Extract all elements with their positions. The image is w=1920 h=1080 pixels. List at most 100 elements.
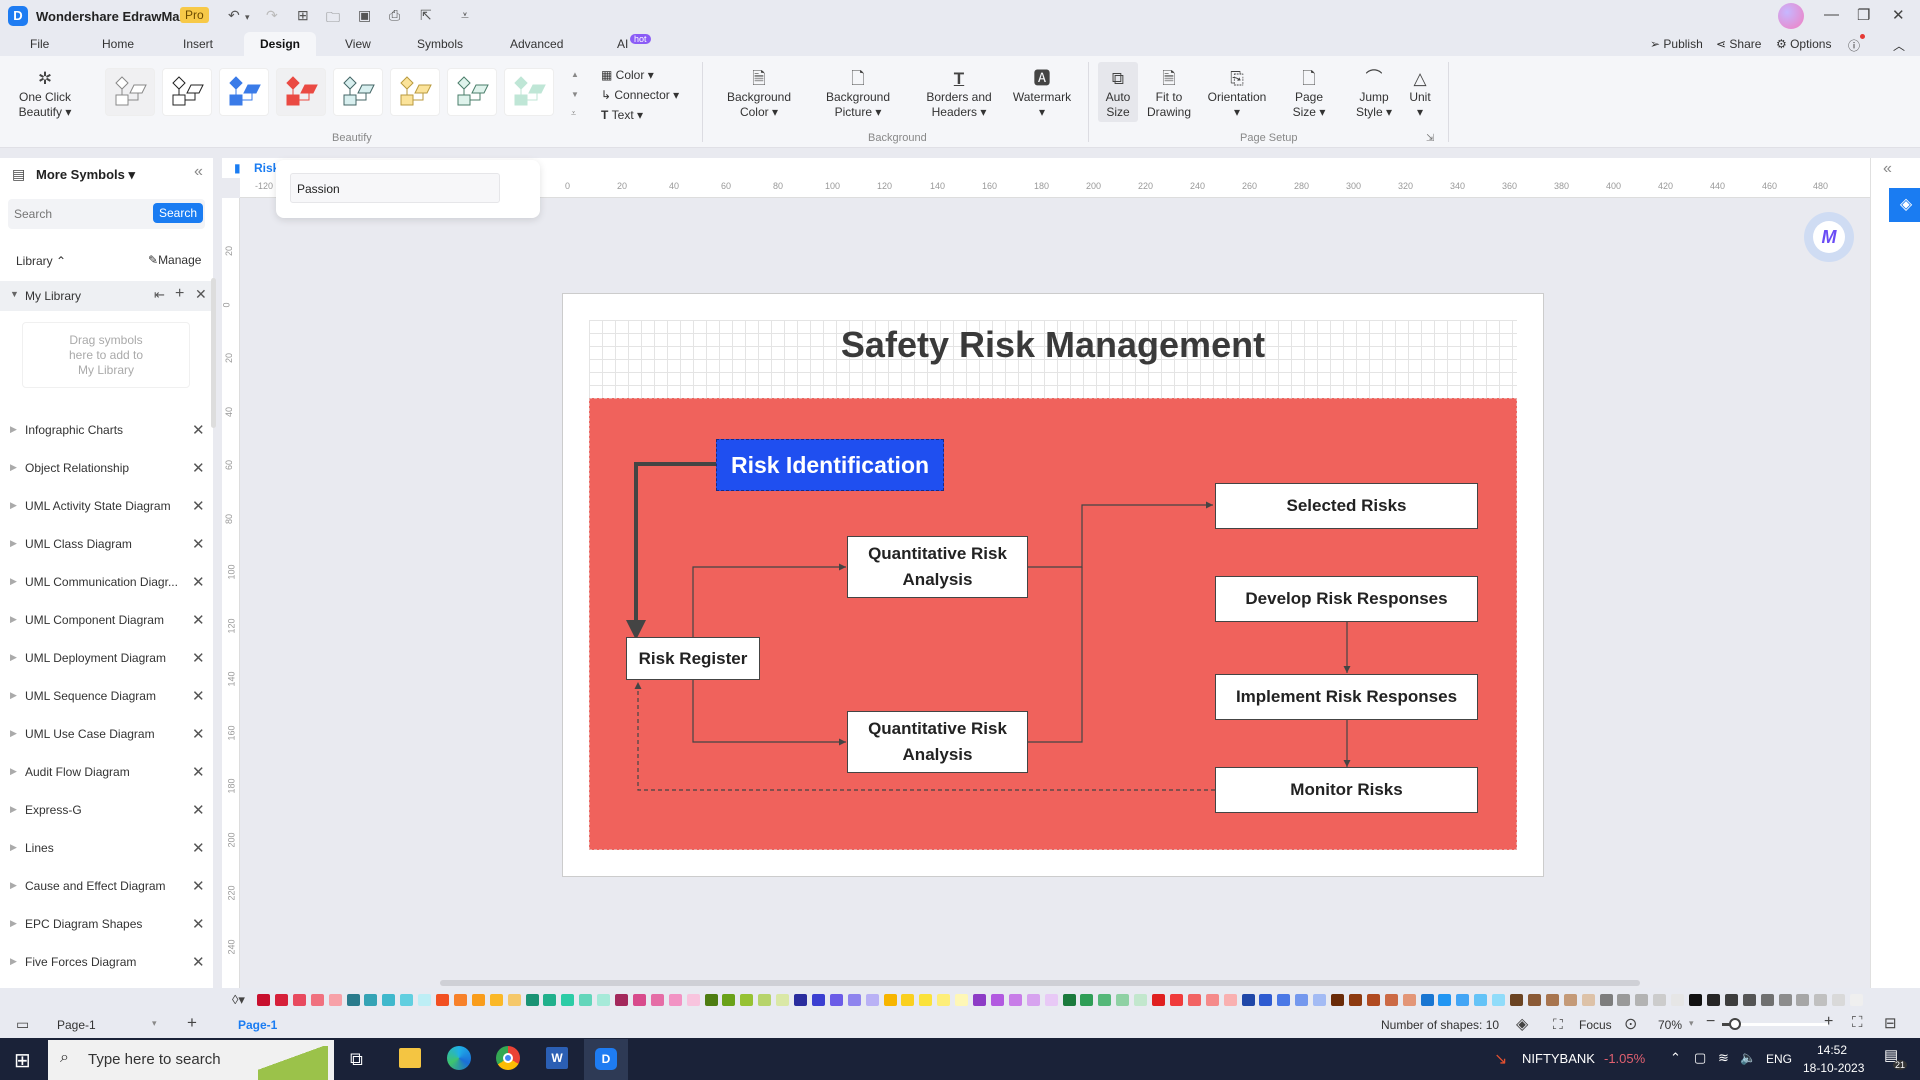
color-swatch[interactable] <box>543 994 557 1006</box>
edge-browser-icon[interactable] <box>447 1046 471 1070</box>
node-risk-register[interactable]: Risk Register <box>626 637 760 680</box>
color-swatch[interactable] <box>346 994 360 1006</box>
color-swatch[interactable] <box>1671 994 1685 1006</box>
language-indicator[interactable]: ENG <box>1766 1052 1792 1066</box>
play-presentation-icon[interactable]: ⊙ <box>1624 1014 1637 1034</box>
color-swatch[interactable] <box>382 994 396 1006</box>
color-swatch[interactable] <box>1510 994 1523 1006</box>
color-swatch[interactable] <box>811 994 825 1006</box>
color-swatch[interactable] <box>1635 994 1649 1006</box>
color-swatch[interactable] <box>1277 994 1291 1006</box>
fill-color-picker-icon[interactable]: ◊▾ <box>232 992 245 1008</box>
node-qra-bottom[interactable]: Quantitative Risk Analysis <box>847 711 1028 773</box>
task-view-icon[interactable]: ⧉ <box>350 1049 363 1070</box>
windows-start-icon[interactable]: ⊞ <box>14 1048 31 1073</box>
ticker-name[interactable]: NIFTYBANK <box>1522 1051 1595 1066</box>
color-swatch[interactable] <box>704 994 718 1006</box>
chrome-browser-icon[interactable] <box>496 1046 520 1070</box>
edrawmax-taskbar-button[interactable]: D <box>584 1039 628 1080</box>
clock-time[interactable]: 14:52 <box>1817 1043 1847 1057</box>
zoom-level[interactable]: 70% <box>1658 1018 1682 1032</box>
color-swatch[interactable] <box>632 994 646 1006</box>
zoom-slider-handle[interactable] <box>1728 1018 1741 1030</box>
color-swatch[interactable] <box>1527 994 1541 1006</box>
connector-register-to-qra-bottom[interactable] <box>692 677 846 746</box>
color-swatch[interactable] <box>1134 994 1148 1006</box>
show-hidden-icons[interactable]: ⌃ <box>1670 1050 1681 1066</box>
color-swatch[interactable] <box>1850 994 1864 1006</box>
color-swatch[interactable] <box>668 994 682 1006</box>
color-swatch[interactable] <box>1366 994 1380 1006</box>
color-swatch[interactable] <box>597 994 611 1006</box>
horizontal-scrollbar[interactable] <box>440 980 1640 986</box>
color-swatch[interactable] <box>364 994 378 1006</box>
color-swatch[interactable] <box>1724 994 1738 1006</box>
ai-assistant-button[interactable]: M <box>1804 212 1854 262</box>
color-swatch[interactable] <box>1778 994 1792 1006</box>
color-swatch[interactable] <box>1062 994 1076 1006</box>
color-swatch[interactable] <box>722 994 736 1006</box>
color-swatch[interactable] <box>1313 994 1327 1006</box>
color-swatch[interactable] <box>740 994 754 1006</box>
color-swatch[interactable] <box>436 994 449 1006</box>
color-swatch[interactable] <box>561 994 575 1006</box>
color-swatch[interactable] <box>1653 994 1667 1006</box>
page-selector-dropdown-icon[interactable]: ▾ <box>152 1018 157 1029</box>
color-swatch[interactable] <box>507 994 521 1006</box>
add-page-icon[interactable]: + <box>187 1013 197 1033</box>
focus-button[interactable]: Focus <box>1579 1018 1612 1032</box>
color-swatch[interactable] <box>901 994 915 1006</box>
color-swatch[interactable] <box>1814 994 1828 1006</box>
color-swatch[interactable] <box>453 994 467 1006</box>
color-swatch[interactable] <box>579 994 593 1006</box>
color-swatch[interactable] <box>1796 994 1810 1006</box>
clock-date[interactable]: 18-10-2023 <box>1803 1061 1864 1075</box>
color-swatch[interactable] <box>1169 994 1183 1006</box>
color-swatch[interactable] <box>1563 994 1577 1006</box>
color-swatch[interactable] <box>1617 994 1631 1006</box>
node-risk-identification[interactable]: Risk Identification <box>716 439 944 491</box>
color-swatch[interactable] <box>1832 994 1846 1006</box>
color-swatch[interactable] <box>400 994 414 1006</box>
color-swatch[interactable] <box>1384 994 1398 1006</box>
node-develop-risk-responses[interactable]: Develop Risk Responses <box>1215 576 1478 622</box>
color-swatch[interactable] <box>1420 994 1434 1006</box>
color-swatch[interactable] <box>1223 994 1237 1006</box>
color-swatch[interactable] <box>1116 994 1130 1006</box>
wifi-icon[interactable]: ≋ <box>1718 1050 1729 1066</box>
color-swatch[interactable] <box>937 994 951 1006</box>
volume-icon[interactable]: 🔈 <box>1740 1050 1756 1066</box>
layers-icon[interactable]: ◈ <box>1516 1014 1528 1034</box>
color-swatch[interactable] <box>794 994 807 1006</box>
color-swatch[interactable] <box>1456 994 1470 1006</box>
color-swatch[interactable] <box>525 994 539 1006</box>
zoom-slider-track[interactable] <box>1722 1018 1828 1030</box>
color-swatch[interactable] <box>1205 994 1219 1006</box>
color-swatch[interactable] <box>1706 994 1720 1006</box>
color-swatch[interactable] <box>1402 994 1416 1006</box>
node-monitor-risks[interactable]: Monitor Risks <box>1215 767 1478 813</box>
zoom-out-icon[interactable]: − <box>1706 1013 1715 1031</box>
color-swatch[interactable] <box>955 994 969 1006</box>
color-swatch[interactable] <box>776 994 790 1006</box>
color-swatch[interactable] <box>615 994 628 1006</box>
page-panel-toggle-icon[interactable]: ▭ <box>16 1016 29 1033</box>
node-selected-risks[interactable]: Selected Risks <box>1215 483 1478 529</box>
color-swatch[interactable] <box>1026 994 1040 1006</box>
file-explorer-icon[interactable] <box>399 1048 421 1068</box>
color-swatch[interactable] <box>829 994 843 1006</box>
color-swatch[interactable] <box>292 994 306 1006</box>
taskbar-search-box[interactable]: ⌕ Type here to search <box>48 1040 334 1080</box>
connector-qra-bottom-merge[interactable] <box>1027 567 1083 743</box>
color-swatch[interactable] <box>1689 994 1702 1006</box>
color-swatch[interactable] <box>328 994 342 1006</box>
color-swatch[interactable] <box>1492 994 1506 1006</box>
connector-qra-top-to-selected[interactable] <box>1027 501 1213 568</box>
word-icon[interactable]: W <box>546 1047 568 1069</box>
color-swatch[interactable] <box>274 994 288 1006</box>
color-swatch[interactable] <box>418 994 432 1006</box>
meet-icon[interactable]: ▢ <box>1694 1050 1706 1066</box>
color-swatch[interactable] <box>847 994 861 1006</box>
node-qra-top[interactable]: Quantitative Risk Analysis <box>847 536 1028 598</box>
connector-register-to-qra-top[interactable] <box>692 563 846 637</box>
